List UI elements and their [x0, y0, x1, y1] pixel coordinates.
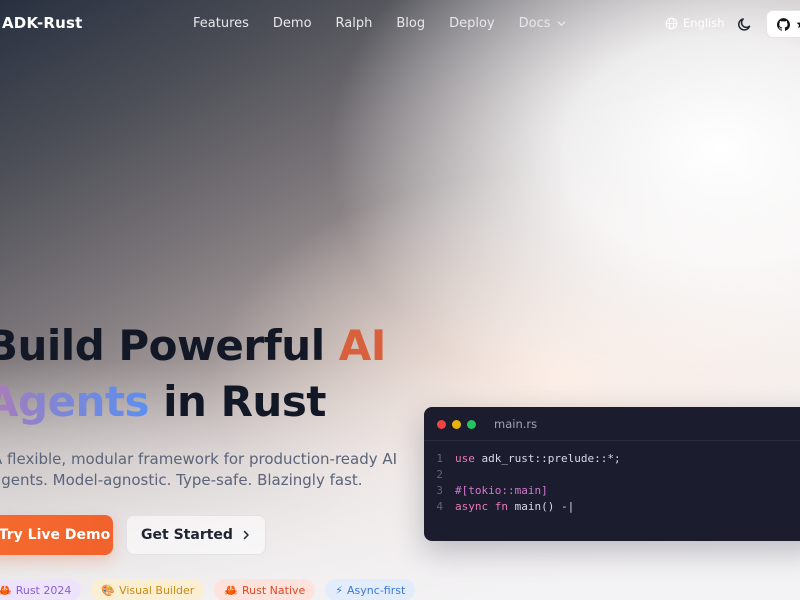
- hero-subtitle-line-2: agents. Model-agnostic. Type-safe. Blazi…: [0, 471, 363, 489]
- github-icon: [777, 17, 790, 31]
- nav-links: Features Demo Ralph Blog Deploy Docs: [193, 16, 567, 31]
- nav-link-deploy[interactable]: Deploy: [449, 16, 495, 31]
- badge-rust-native: 🦀 Rust Native: [214, 579, 316, 600]
- badge-label: Rust 2024: [15, 583, 72, 597]
- chevron-down-icon: [557, 21, 565, 26]
- crab-icon: 🦀: [0, 583, 12, 597]
- nav-link-blog[interactable]: Blog: [396, 16, 425, 31]
- code-window-header: main.rs: [424, 407, 800, 441]
- crab-icon: 🦀: [224, 583, 239, 597]
- code-attribute: #[tokio::main]: [455, 484, 548, 497]
- language-selector[interactable]: English: [665, 16, 725, 30]
- chevron-right-icon: [243, 530, 249, 540]
- badge-label: Visual Builder: [119, 583, 195, 597]
- palette-icon: 🎨: [101, 583, 116, 597]
- line-number: 3: [436, 484, 443, 497]
- globe-icon: [665, 17, 678, 29]
- nav-link-features[interactable]: Features: [193, 16, 249, 31]
- code-preview-window: main.rs 1 use adk_rust::prelude::*; 2 3 …: [424, 407, 800, 541]
- hero-subtitle: A flexible, modular framework for produc…: [0, 449, 398, 491]
- code-keyword: use: [455, 452, 475, 465]
- line-number: 1: [436, 452, 443, 465]
- code-line: 4 async fn main() -|: [424, 499, 800, 515]
- code-keyword: async fn: [455, 500, 508, 513]
- nav-link-ralph[interactable]: Ralph: [336, 16, 373, 31]
- hero-title-line-1: Build Powerful AI: [0, 318, 406, 374]
- get-started-label: Get Started: [141, 527, 233, 543]
- hero-title-build: Build Powerful: [0, 321, 339, 370]
- star-icon: [796, 21, 800, 29]
- code-text: adk_rust::prelude::*;: [474, 452, 621, 465]
- window-close-dot: [437, 420, 446, 429]
- badge-label: Async-first: [347, 583, 406, 597]
- window-maximize-dot: [467, 420, 476, 429]
- line-number: 2: [436, 468, 443, 481]
- line-number: 4: [436, 500, 443, 513]
- code-line: 2: [424, 467, 800, 483]
- code-body: 1 use adk_rust::prelude::*; 2 3 #[tokio:…: [424, 441, 800, 515]
- window-minimize-dot: [452, 420, 461, 429]
- badge-async-first: ⚡ Async-first: [325, 579, 416, 600]
- hero-title-agents: Agents: [0, 377, 150, 426]
- hero-title-line-2: Agents in Rust: [0, 374, 406, 430]
- code-line: 3 #[tokio::main]: [424, 483, 800, 499]
- nav-link-demo[interactable]: Demo: [273, 16, 312, 31]
- code-line: 1 use adk_rust::prelude::*;: [424, 451, 800, 467]
- github-button[interactable]: [766, 10, 800, 38]
- hero-title-rust: in Rust: [149, 377, 326, 426]
- try-live-demo-button[interactable]: Try Live Demo: [0, 515, 113, 555]
- nav-link-docs-label: Docs: [518, 16, 551, 31]
- nav-link-docs[interactable]: Docs: [519, 16, 567, 31]
- moon-icon[interactable]: [737, 16, 753, 32]
- brand-logo[interactable]: ADK-Rust: [2, 14, 83, 32]
- code-text: main() -|: [507, 500, 575, 513]
- language-label: English: [683, 16, 725, 30]
- badge-visual-builder: 🎨 Visual Builder: [91, 579, 205, 600]
- hero-subtitle-line-1: A flexible, modular framework for produc…: [0, 450, 398, 468]
- hero-title: Build Powerful AI Agents in Rust: [0, 318, 406, 430]
- lightning-icon: ⚡: [335, 583, 344, 597]
- top-nav: ADK-Rust Features Demo Ralph Blog Deploy…: [0, 0, 800, 48]
- get-started-button[interactable]: Get Started: [126, 515, 266, 555]
- badge-rust-2024: 🦀 Rust 2024: [0, 579, 82, 600]
- badge-label: Rust Native: [242, 583, 306, 597]
- hero-title-ai: AI: [338, 321, 387, 370]
- code-filename: main.rs: [494, 417, 538, 431]
- feature-badges: 🦀 Rust 2024 🎨 Visual Builder 🦀 Rust Nati…: [0, 579, 416, 600]
